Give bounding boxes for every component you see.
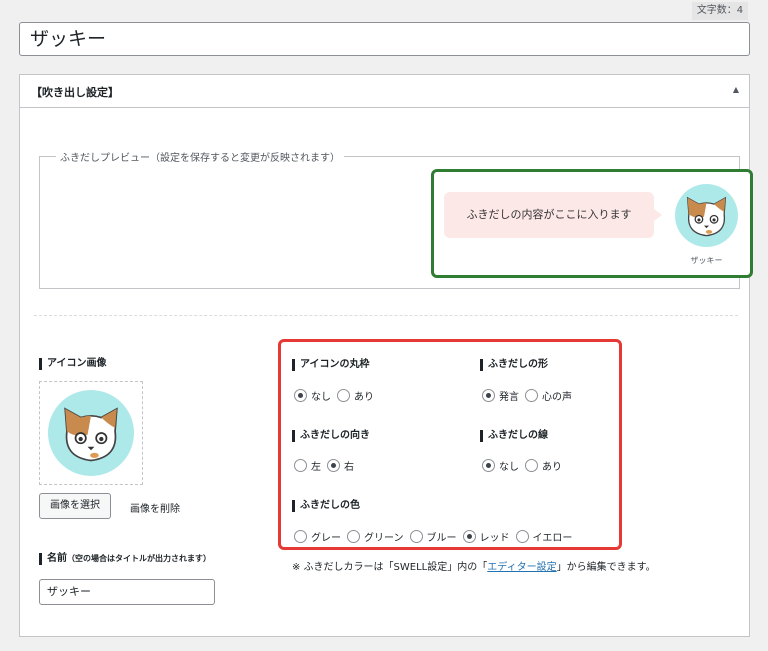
post-title-input[interactable]: ザッキー	[19, 22, 750, 56]
note-prefix: ※ ふきだしカラーは「SWELL設定」内の「	[292, 562, 488, 573]
name-label-text: 名前	[47, 553, 67, 564]
preview-legend: ふきだしプレビュー（設定を保存すると変更が反映されます）	[56, 149, 344, 164]
preview-bubble: ふきだしの内容がここに入ります	[444, 192, 654, 238]
radio-direction-right[interactable]: 右	[327, 458, 354, 473]
radio-icon	[294, 389, 307, 402]
select-image-button[interactable]: 画像を選択	[39, 493, 111, 519]
collapse-toggle-icon[interactable]: ▲	[733, 85, 739, 94]
cat-avatar-icon	[675, 184, 738, 247]
name-input[interactable]: ザッキー	[39, 579, 215, 605]
radio-color-gray[interactable]: グレー	[294, 529, 341, 544]
radio-icon	[482, 389, 495, 402]
radio-direction-left[interactable]: 左	[294, 458, 321, 473]
preview-speaker-name: ザッキー	[690, 256, 723, 265]
preview-highlight-frame: ふきだしの内容がここに入ります ザッキー	[431, 169, 753, 278]
radio-round-yes[interactable]: あり	[337, 388, 374, 403]
section-divider	[34, 315, 738, 316]
radio-icon	[515, 530, 529, 543]
border-label: ふきだしの線	[480, 430, 548, 442]
name-hint: （空の場合はタイトルが出力されます）	[67, 554, 211, 563]
radio-border-yes[interactable]: あり	[525, 458, 562, 473]
char-count: 文字数：4	[692, 2, 748, 20]
radio-icon	[337, 389, 350, 402]
radio-color-red[interactable]: レッド	[462, 529, 510, 544]
bubble-shape-label: ふきだしの形	[480, 359, 548, 371]
round-frame-options: なし あり	[294, 388, 380, 403]
radio-icon	[294, 459, 307, 472]
icon-image-label: アイコン画像	[39, 358, 107, 370]
color-note: ※ ふきだしカラーは「SWELL設定」内の「エディター設定」から編集できます。	[292, 558, 656, 573]
preview-fieldset: ふきだしプレビュー（設定を保存すると変更が反映されます） ふきだしの内容がここに…	[39, 149, 753, 289]
bubble-shape-options: 発言 心の声	[482, 388, 578, 403]
border-options: なし あり	[482, 458, 568, 473]
direction-label: ふきだしの向き	[292, 430, 370, 442]
radio-shape-speech[interactable]: 発言	[482, 388, 519, 403]
radio-icon	[327, 459, 340, 472]
cat-icon-image	[48, 390, 134, 476]
editor-settings-link[interactable]: エディター設定	[487, 562, 556, 573]
color-label: ふきだしの色	[292, 500, 360, 512]
options-highlight-frame: アイコンの丸枠 なし あり ふきだしの形 発言 心の声 ふきだしの向き 左 右 …	[278, 339, 622, 550]
radio-icon	[409, 530, 423, 543]
radio-icon	[347, 530, 360, 543]
note-suffix: 」から編集できます。	[556, 562, 656, 573]
round-frame-label: アイコンの丸枠	[292, 359, 370, 371]
balloon-settings-panel: 【吹き出し設定】 ▲ ふきだしプレビュー（設定を保存すると変更が反映されます） …	[19, 74, 753, 637]
panel-title: 【吹き出し設定】	[31, 86, 119, 99]
radio-border-none[interactable]: なし	[482, 458, 519, 473]
icon-image-preview	[39, 381, 143, 485]
panel-header[interactable]: 【吹き出し設定】 ▲	[20, 75, 749, 108]
radio-icon	[525, 389, 538, 402]
radio-color-blue[interactable]: ブルー	[409, 529, 457, 544]
radio-color-yellow[interactable]: イエロー	[515, 529, 572, 544]
delete-image-link[interactable]: 画像を削除	[130, 500, 180, 515]
name-label: 名前（空の場合はタイトルが出力されます）	[39, 553, 211, 565]
radio-shape-thought[interactable]: 心の声	[525, 388, 572, 403]
radio-color-green[interactable]: グリーン	[347, 529, 404, 544]
radio-icon	[482, 459, 495, 472]
bubble-tail	[654, 209, 662, 221]
color-options: グレー グリーン ブルー レッド イエロー	[294, 529, 578, 544]
radio-icon	[525, 459, 538, 472]
radio-icon	[462, 530, 476, 543]
radio-round-none[interactable]: なし	[294, 388, 331, 403]
radio-icon	[294, 530, 307, 543]
direction-options: 左 右	[294, 458, 360, 473]
